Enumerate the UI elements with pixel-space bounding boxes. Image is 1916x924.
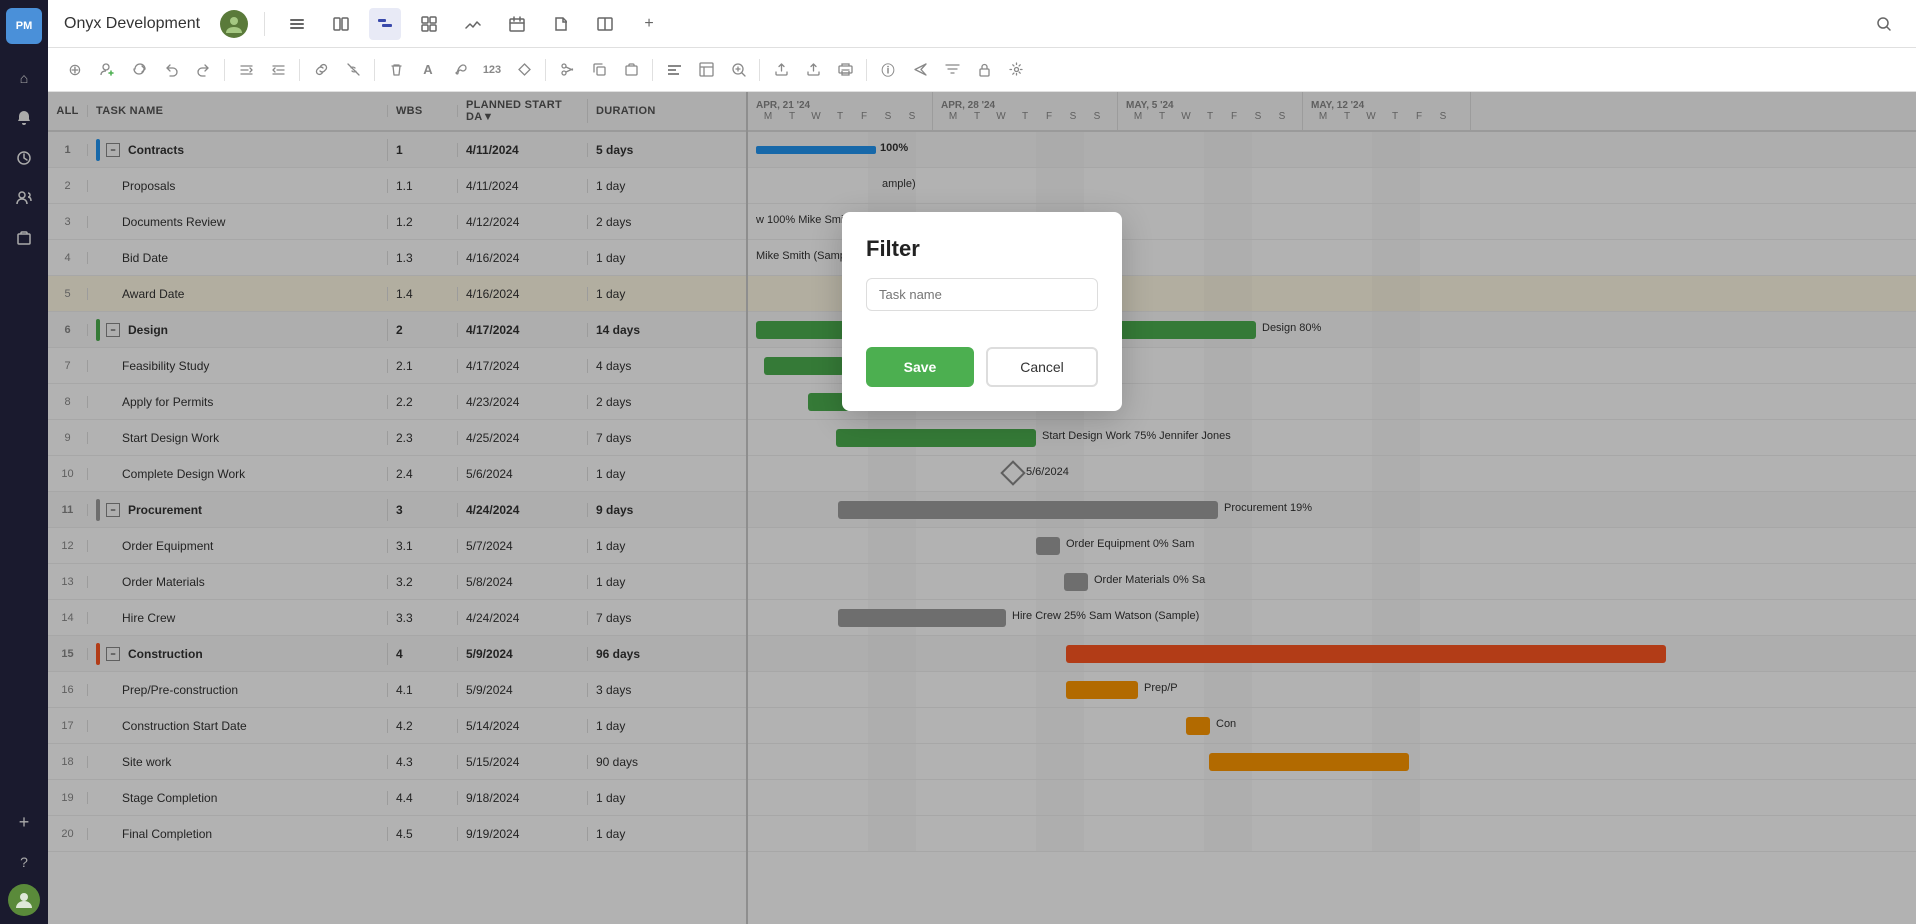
- scissors-btn[interactable]: [552, 55, 582, 85]
- outdent-btn[interactable]: [231, 55, 261, 85]
- sidebar-item-home[interactable]: ⌂: [6, 60, 42, 96]
- copy-btn[interactable]: [584, 55, 614, 85]
- sidebar-help[interactable]: ?: [6, 844, 42, 880]
- pm-logo[interactable]: PM: [6, 8, 42, 44]
- main-area: Onyx Development: [48, 0, 1916, 924]
- diamond-btn[interactable]: [509, 55, 539, 85]
- link-btn[interactable]: [306, 55, 336, 85]
- view-analytics-icon[interactable]: [457, 8, 489, 40]
- sidebar-bottom: + ?: [6, 804, 42, 924]
- settings-btn[interactable]: [1001, 55, 1031, 85]
- view-gantt-icon[interactable]: [369, 8, 401, 40]
- filter-btn[interactable]: [937, 55, 967, 85]
- baseline-btn[interactable]: [659, 55, 689, 85]
- number-format-btn[interactable]: 123: [477, 55, 507, 85]
- filter-cancel-button[interactable]: Cancel: [986, 347, 1098, 387]
- filter-actions: Save Cancel: [866, 347, 1098, 387]
- view-add-icon[interactable]: +: [633, 8, 665, 40]
- print-btn[interactable]: [830, 55, 860, 85]
- font-color-btn[interactable]: A: [413, 55, 443, 85]
- info-btn[interactable]: ⓘ: [873, 55, 903, 85]
- view-doc-icon[interactable]: [545, 8, 577, 40]
- send-btn[interactable]: [905, 55, 935, 85]
- paint-btn[interactable]: [445, 55, 475, 85]
- undo-btn[interactable]: [156, 55, 186, 85]
- sidebar-item-projects[interactable]: [6, 220, 42, 256]
- add-task-btn[interactable]: ⊕: [60, 55, 90, 85]
- sidebar-item-clock[interactable]: [6, 140, 42, 176]
- sidebar-item-users[interactable]: [6, 180, 42, 216]
- view-columns-icon[interactable]: [325, 8, 357, 40]
- filter-title: Filter: [866, 236, 1098, 262]
- user-avatar-topbar[interactable]: [220, 10, 248, 38]
- view-grid-icon[interactable]: [413, 8, 445, 40]
- user-avatar[interactable]: [8, 884, 40, 916]
- search-button[interactable]: [1868, 8, 1900, 40]
- content-area: ALL TASK NAME WBS PLANNED START DA▼ DURA…: [48, 92, 1916, 924]
- sidebar-item-notifications[interactable]: [6, 100, 42, 136]
- share-btn[interactable]: [798, 55, 828, 85]
- view-calendar-icon[interactable]: [501, 8, 533, 40]
- upload-btn[interactable]: [766, 55, 796, 85]
- paste-btn[interactable]: [616, 55, 646, 85]
- filter-modal: Filter Save Cancel: [842, 212, 1122, 411]
- toolbar: ⊕: [48, 48, 1916, 92]
- sidebar: PM ⌂ + ?: [0, 0, 48, 924]
- redo-btn[interactable]: [188, 55, 218, 85]
- filter-search-input[interactable]: [866, 278, 1098, 311]
- view-list-icon[interactable]: [281, 8, 313, 40]
- project-title: Onyx Development: [64, 15, 200, 33]
- add-user-btn[interactable]: [92, 55, 122, 85]
- view-split-icon[interactable]: [589, 8, 621, 40]
- zoom-btn[interactable]: [723, 55, 753, 85]
- filter-save-button[interactable]: Save: [866, 347, 974, 387]
- repeat-btn[interactable]: [124, 55, 154, 85]
- delete-btn[interactable]: [381, 55, 411, 85]
- indent-btn[interactable]: [263, 55, 293, 85]
- table-view-btn[interactable]: [691, 55, 721, 85]
- topbar: Onyx Development: [48, 0, 1916, 48]
- unlink-btn[interactable]: [338, 55, 368, 85]
- filter-modal-overlay: Filter Save Cancel: [48, 92, 1916, 924]
- sidebar-add[interactable]: +: [6, 804, 42, 840]
- lock-btn[interactable]: [969, 55, 999, 85]
